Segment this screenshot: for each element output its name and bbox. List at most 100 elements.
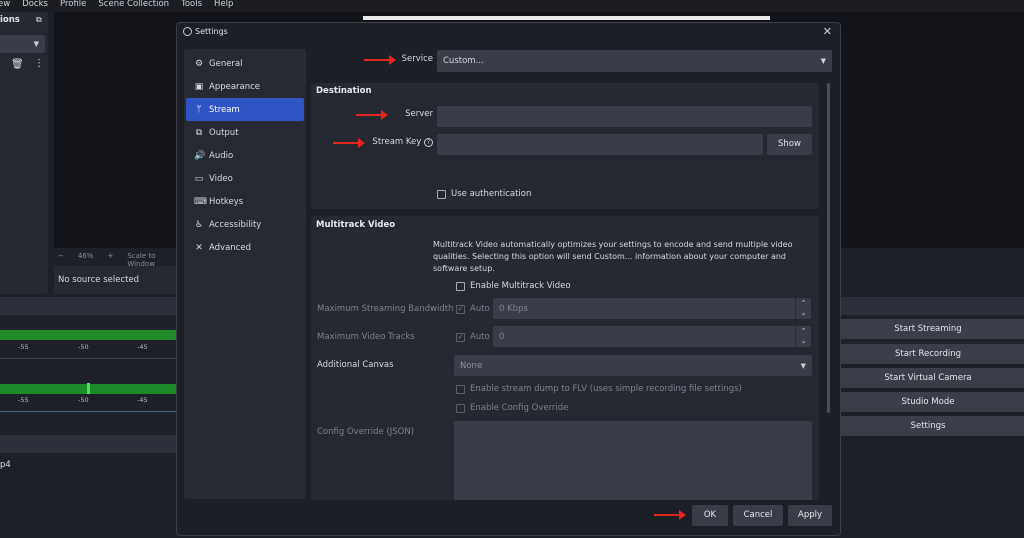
dialog-title: Settings [195, 27, 228, 36]
checkbox-box[interactable] [456, 403, 465, 413]
destination-group: Destination Server Stream Key ? Show Use… [311, 83, 819, 209]
start-recording-button[interactable]: Start Recording [832, 344, 1024, 364]
transition-select[interactable]: ▼ [0, 35, 45, 53]
speaker-icon: 🔊 [194, 150, 206, 161]
tick-label: -50 [78, 396, 89, 404]
bandwidth-spinbox[interactable]: 0 Kbps ⌃ ⌄ [493, 298, 811, 319]
config-override-checkbox[interactable]: Enable Config Override [456, 403, 568, 413]
nav-item-stream[interactable]: ᛘ Stream [186, 98, 304, 121]
menu-view[interactable]: ew [0, 0, 10, 12]
nav-item-label: General [209, 58, 243, 69]
tracks-spinbox[interactable]: 0 ⌃ ⌄ [493, 326, 811, 347]
volume-slider[interactable] [0, 358, 176, 359]
menu-bar: ew Docks Profile Scene Collection Tools … [0, 0, 1024, 12]
cancel-button[interactable]: Cancel [733, 505, 783, 526]
multitrack-title: Multitrack Video [316, 220, 396, 230]
annotation-arrow [333, 138, 365, 148]
apply-button[interactable]: Apply [788, 505, 832, 526]
nav-item-label: Advanced [209, 242, 251, 253]
spinbox-value: 0 Kbps [499, 303, 528, 314]
select-value: None [460, 360, 483, 371]
config-json-textarea[interactable] [454, 421, 812, 500]
audio-meter-1 [0, 330, 176, 340]
canvas-label: Additional Canvas [317, 360, 394, 370]
destination-title: Destination [316, 86, 372, 96]
tick-label: -55 [18, 396, 29, 404]
tracks-auto-checkbox[interactable]: ✓ Auto [456, 332, 490, 342]
show-key-button[interactable]: Show [767, 134, 812, 155]
volume-slider[interactable] [0, 411, 176, 412]
obs-logo-icon [183, 27, 192, 36]
nav-item-label: Hotkeys [209, 196, 244, 207]
service-select[interactable]: Custom... ▼ [437, 50, 832, 72]
trash-icon[interactable]: 🗑 [11, 59, 24, 70]
nav-item-hotkeys[interactable]: ⌨ Hotkeys [186, 190, 304, 213]
undock-icon[interactable]: ⧉ [36, 15, 42, 25]
nav-item-output[interactable]: ⧉ Output [186, 121, 304, 144]
nav-item-video[interactable]: ▭ Video [186, 167, 304, 190]
checkbox-label: Enable Multitrack Video [470, 281, 571, 291]
settings-nav: ⚙ General ▣ Appearance ᛘ Stream ⧉ Output 🔊 Audio ▭… [184, 49, 306, 499]
help-icon[interactable]: ? [424, 138, 433, 147]
stream-dump-checkbox[interactable]: Enable stream dump to FLV (uses simple r… [456, 384, 742, 394]
annotation-arrow [356, 110, 388, 120]
zoom-out-button[interactable]: − [58, 252, 64, 260]
nav-item-label: Stream [209, 104, 240, 115]
studio-mode-button[interactable]: Studio Mode [832, 392, 1024, 412]
checkbox-label: Use authentication [451, 189, 532, 199]
service-value: Custom... [443, 56, 484, 66]
bandwidth-auto-checkbox[interactable]: ✓ Auto [456, 304, 490, 314]
nav-item-accessibility[interactable]: ♿ Accessibility [186, 213, 304, 236]
nav-item-appearance[interactable]: ▣ Appearance [186, 75, 304, 98]
canvas-select[interactable]: None ▼ [454, 355, 812, 376]
close-icon[interactable]: ✕ [823, 25, 832, 38]
annotation-arrow [654, 510, 686, 520]
tick-label: -45 [137, 343, 148, 351]
stream-key-input[interactable] [437, 134, 763, 155]
nav-item-audio[interactable]: 🔊 Audio [186, 144, 304, 167]
nav-item-label: Accessibility [209, 219, 262, 230]
menu-help[interactable]: Help [214, 0, 233, 12]
appearance-icon: ▣ [194, 81, 204, 92]
stream-key-label: Stream Key ? [361, 137, 433, 147]
zoom-in-button[interactable]: + [107, 252, 113, 260]
window-strip [363, 16, 770, 20]
spinbox-value: 0 [499, 331, 505, 342]
menu-scene-collection[interactable]: Scene Collection [98, 0, 169, 12]
output-icon: ⧉ [195, 127, 203, 138]
nav-item-advanced[interactable]: ✕ Advanced [186, 236, 304, 259]
checkbox-box[interactable] [456, 281, 465, 291]
checkbox-box[interactable] [456, 384, 465, 394]
json-label: Config Override (JSON) [317, 427, 415, 437]
gear-icon: ⚙ [194, 58, 204, 69]
checkbox-box[interactable] [437, 189, 446, 199]
enable-multitrack-checkbox[interactable]: Enable Multitrack Video [456, 281, 571, 291]
settings-button[interactable]: Settings [832, 416, 1024, 436]
accessibility-icon: ♿ [194, 219, 204, 230]
antenna-icon: ᛘ [196, 104, 202, 115]
start-virtual-camera-button[interactable]: Start Virtual Camera [832, 368, 1024, 388]
ok-button[interactable]: OK [692, 505, 728, 526]
scrollbar[interactable] [827, 83, 830, 413]
bandwidth-label: Maximum Streaming Bandwidth [317, 304, 454, 314]
dialog-title-bar: Settings [183, 27, 228, 36]
spin-arrows-icon[interactable]: ⌃ ⌄ [795, 326, 811, 347]
multitrack-description: Multitrack Video automatically optimizes… [433, 240, 793, 273]
menu-profile[interactable]: Profile [60, 0, 86, 12]
menu-docks[interactable]: Docks [22, 0, 48, 12]
tick-label: -50 [78, 343, 89, 351]
checkbox-label: Auto [470, 332, 490, 342]
nav-item-general[interactable]: ⚙ General [186, 52, 304, 75]
scale-to-window[interactable]: Scale to Window [127, 252, 180, 268]
list-item[interactable]: p4 [0, 460, 11, 470]
start-streaming-button[interactable]: Start Streaming [832, 319, 1024, 339]
stream-key-text: Stream Key [372, 137, 422, 147]
scene-transitions-dock: ions ⧉ ▼ 🗑 ⋮ [0, 12, 48, 294]
use-authentication-checkbox[interactable]: Use authentication [437, 189, 531, 199]
more-icon[interactable]: ⋮ [34, 58, 44, 69]
menu-tools[interactable]: Tools [181, 0, 202, 12]
zoom-level: 46% [77, 252, 94, 260]
server-input[interactable] [437, 106, 812, 127]
spin-arrows-icon[interactable]: ⌃ ⌄ [795, 298, 811, 319]
monitor-icon: ▭ [194, 173, 204, 184]
